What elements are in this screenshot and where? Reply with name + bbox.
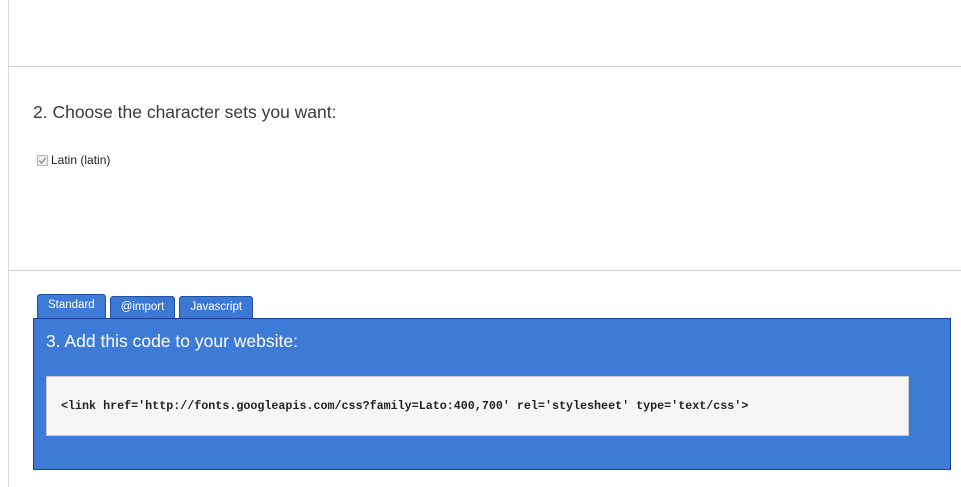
latin-checkbox[interactable]	[37, 154, 48, 166]
tab-javascript[interactable]: Javascript	[179, 296, 254, 318]
charset-option-latin[interactable]: Latin (latin)	[37, 153, 110, 167]
code-panel: 3. Add this code to your website: <link …	[33, 318, 951, 470]
tab-standard[interactable]: Standard	[37, 294, 106, 318]
section-divider-bottom	[9, 270, 961, 271]
code-section-title: 3. Add this code to your website:	[46, 331, 298, 351]
checkmark-icon	[38, 156, 47, 164]
section-divider-top	[9, 66, 961, 67]
tab-import[interactable]: @import	[109, 296, 176, 318]
embed-code-text[interactable]: <link href='http://fonts.googleapis.com/…	[61, 399, 748, 413]
latin-checkbox-label: Latin (latin)	[51, 153, 111, 167]
embed-code-box[interactable]: <link href='http://fonts.googleapis.com/…	[46, 376, 909, 436]
left-divider	[8, 0, 9, 487]
embed-type-tabs: Standard @import Javascript	[37, 294, 254, 318]
charset-section-title: 2. Choose the character sets you want:	[33, 102, 337, 122]
